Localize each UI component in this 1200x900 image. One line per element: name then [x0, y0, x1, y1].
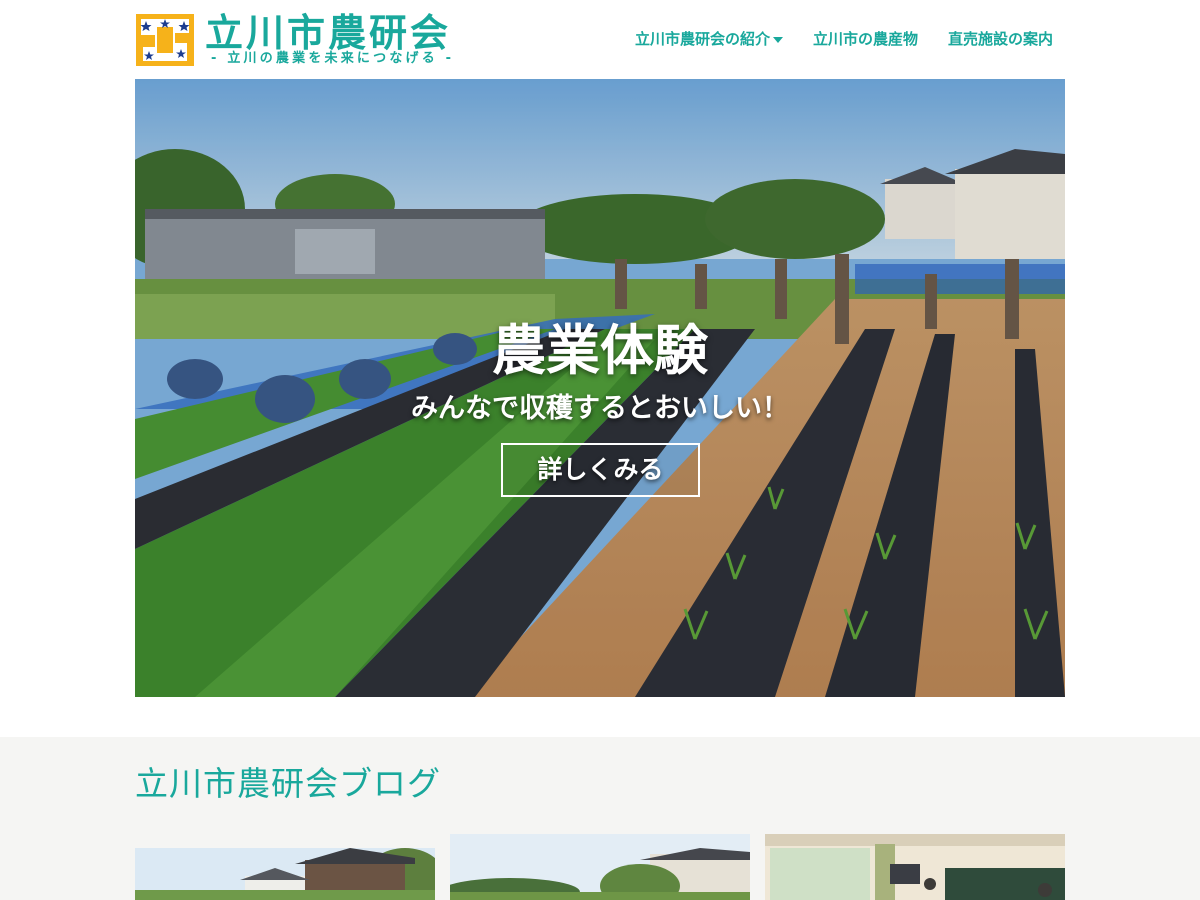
blog-section: 立川市農研会ブログ [0, 737, 1200, 900]
nav-item-products-label: 立川市の農産物 [812, 30, 918, 48]
nav-item-products[interactable]: 立川市の農産物 [813, 28, 918, 50]
nav-item-about[interactable]: 立川市農研会の紹介 [635, 28, 783, 50]
blog-card-1-thumbnail [135, 848, 435, 900]
blog-card-2-thumbnail [450, 834, 750, 900]
hero-detail-button[interactable]: 詳しくみる [501, 443, 700, 497]
nav-item-about-label: 立川市農研会の紹介 [634, 30, 770, 48]
site-logo[interactable]: 立川市農研会 - 立川の農業を未来につなげる - [135, 10, 495, 68]
nav-item-shops-label: 直売施設の案内 [947, 30, 1053, 48]
main-nav: 立川市農研会の紹介 立川市の農産物 直売施設の案内 [605, 28, 1053, 50]
logo-mark-icon [136, 14, 194, 66]
blog-card-2[interactable] [450, 834, 750, 900]
site-header: 立川市農研会 - 立川の農業を未来につなげる - 立川市農研会の紹介 立川市の農… [0, 0, 1200, 79]
blog-card-3-thumbnail [765, 834, 1065, 900]
blog-section-title: 立川市農研会ブログ [135, 764, 441, 803]
hero-title: 農業体験 [492, 319, 708, 382]
blog-card-3[interactable] [765, 834, 1065, 900]
nav-item-shops[interactable]: 直売施設の案内 [948, 28, 1053, 50]
hero-banner: 農業体験 みんなで収穫するとおいしい！ 詳しくみる [135, 79, 1065, 697]
logo-title: 立川市農研会 [205, 11, 452, 55]
blog-card-1[interactable] [135, 848, 435, 900]
hero-farm-photo [135, 79, 1065, 697]
hero-subtitle: みんなで収穫するとおいしい！ [411, 393, 789, 424]
logo-tagline: - 立川の農業を未来につなげる - [211, 51, 455, 66]
chevron-down-icon [772, 36, 783, 43]
